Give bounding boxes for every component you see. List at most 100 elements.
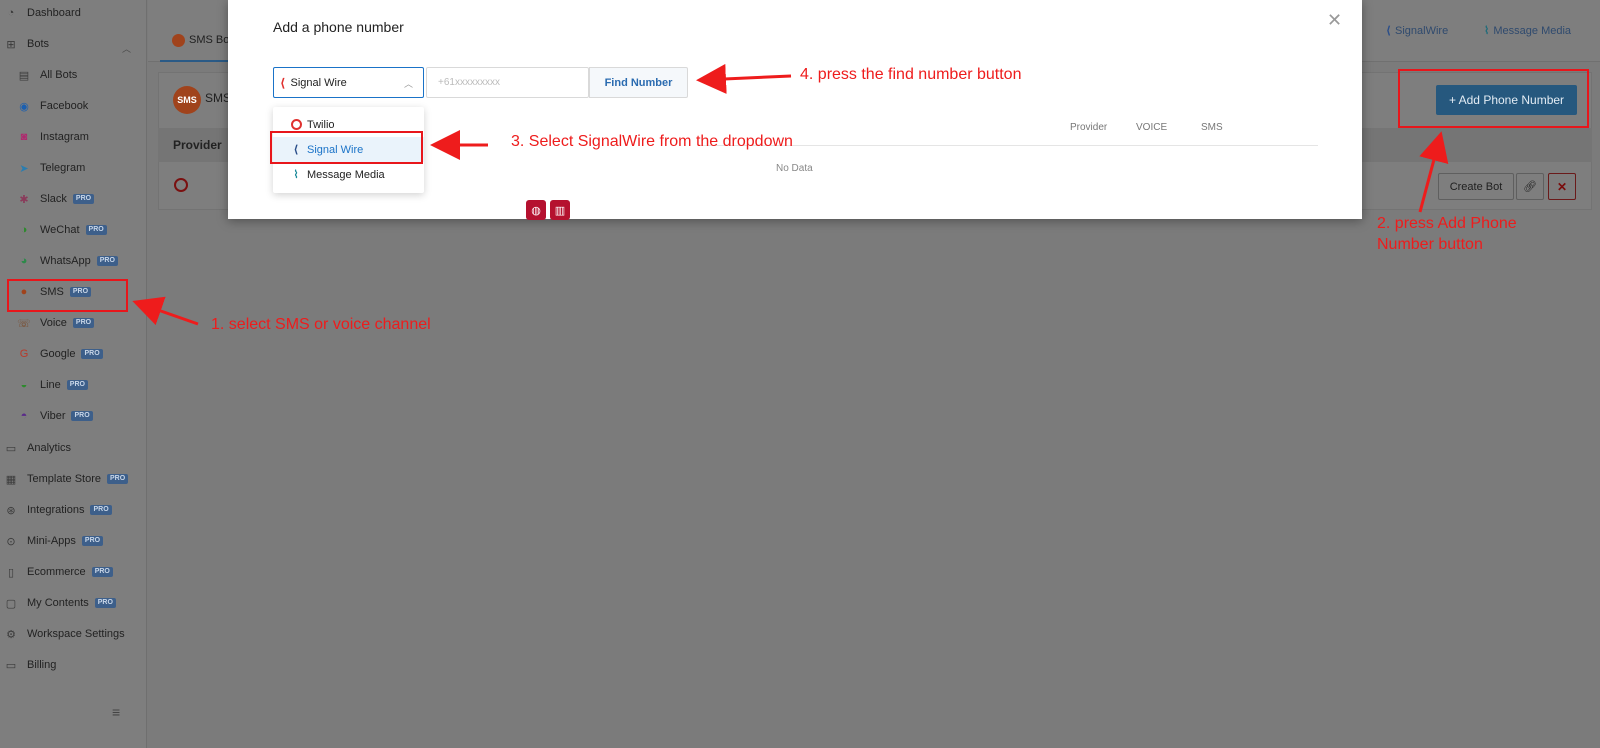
sms-header: SMS bbox=[1201, 122, 1223, 133]
sidebar-item-template-store[interactable]: ▦ Template Store PRO bbox=[0, 468, 129, 490]
integrations-icon: ⊛ bbox=[6, 504, 16, 517]
whatsapp-icon: ◕ bbox=[20, 255, 28, 267]
dropdown-option-label: Twilio bbox=[307, 118, 335, 131]
chevron-up-icon[interactable]: ︿ bbox=[122, 42, 131, 55]
dropdown-option-label: Message Media bbox=[307, 168, 385, 181]
sidebar-item-slack[interactable]: ✱ Slack PRO bbox=[0, 188, 95, 210]
modal-title: Add a phone number bbox=[273, 19, 404, 35]
annotation-step-4: 4. press the find number button bbox=[800, 66, 1022, 83]
messenger-icon: ◉ bbox=[19, 100, 29, 113]
wechat-icon: ◑ bbox=[20, 224, 28, 236]
provider-column-header: Provider bbox=[173, 138, 222, 152]
twilio-icon bbox=[289, 118, 303, 132]
signalwire-icon: ⟨ bbox=[1386, 25, 1392, 37]
twilio-icon bbox=[174, 178, 188, 192]
tab-sms-label: SMS Bo bbox=[189, 34, 230, 46]
chat-icon: ▭ bbox=[5, 442, 17, 455]
sidebar-item-instagram[interactable]: ◙ Instagram bbox=[0, 126, 89, 148]
pro-badge: PRO bbox=[85, 225, 107, 235]
globe-icon[interactable]: ◍ bbox=[526, 200, 546, 220]
create-bot-button[interactable]: Create Bot bbox=[1438, 173, 1514, 200]
document-icon: ▯ bbox=[7, 566, 15, 579]
sidebar-item-voice[interactable]: ☏ Voice PRO bbox=[0, 312, 95, 334]
contents-icon: ▢ bbox=[5, 597, 17, 610]
pro-badge: PRO bbox=[81, 536, 104, 546]
close-icon[interactable]: ✕ bbox=[1327, 10, 1342, 31]
pro-badge: PRO bbox=[94, 598, 116, 608]
sidebar-item-label: Viber bbox=[40, 410, 66, 422]
sidebar-item-label: Line bbox=[40, 379, 61, 391]
mini-apps-icon: ⊙ bbox=[6, 535, 16, 548]
slack-icon: ✱ bbox=[19, 193, 29, 206]
sidebar-item-bots[interactable]: ⊞ Bots bbox=[0, 33, 49, 55]
tab-signalwire[interactable]: ⟨ SignalWire bbox=[1386, 24, 1449, 38]
annotation-step-2-line-1: 2. press Add Phone bbox=[1377, 215, 1517, 232]
highlight-sms bbox=[7, 279, 128, 312]
instagram-icon: ◙ bbox=[20, 131, 28, 143]
line-icon: ◒ bbox=[20, 379, 28, 391]
chevron-up-icon: ︿ bbox=[403, 79, 413, 89]
sms-icon bbox=[172, 33, 185, 47]
sidebar-item-integrations[interactable]: ⊛ Integrations PRO bbox=[0, 499, 112, 521]
sidebar-item-wechat[interactable]: ◑ WeChat PRO bbox=[0, 219, 107, 241]
dashboard-icon: ◔ bbox=[7, 7, 15, 19]
sms-badge: SMS bbox=[173, 86, 201, 114]
sidebar-item-label: Ecommerce bbox=[27, 566, 86, 578]
sidebar-item-viber[interactable]: ◓ Viber PRO bbox=[0, 405, 93, 427]
tab-message-media-label: Message Media bbox=[1493, 24, 1572, 37]
link-icon[interactable]: 🔗︎ bbox=[1516, 173, 1544, 200]
sidebar-item-label: Mini-Apps bbox=[27, 535, 76, 547]
pro-badge: PRO bbox=[90, 505, 112, 515]
sidebar-item-all-bots[interactable]: ▤ All Bots bbox=[0, 64, 78, 86]
sidebar-item-label: Billing bbox=[27, 659, 57, 671]
sidebar-item-label: Slack bbox=[40, 193, 67, 205]
sidebar-item-telegram[interactable]: ➤ Telegram bbox=[0, 157, 85, 179]
sidebar-item-label: Google bbox=[40, 348, 76, 360]
sidebar-item-dashboard[interactable]: ◔ Dashboard bbox=[0, 2, 81, 24]
voice-header: VOICE bbox=[1136, 122, 1168, 133]
card-icon: ▭ bbox=[5, 659, 17, 672]
pro-badge: PRO bbox=[72, 194, 95, 204]
pro-badge: PRO bbox=[91, 567, 113, 577]
phone-number-input[interactable]: +61xxxxxxxxx bbox=[426, 67, 589, 98]
message-media-icon: ⌇ bbox=[1484, 25, 1490, 37]
find-number-button[interactable]: Find Number bbox=[589, 67, 688, 98]
dropdown-option-message-media[interactable]: ⌇ Message Media bbox=[273, 162, 424, 187]
sidebar-item-label: Telegram bbox=[40, 162, 86, 174]
sidebar-item-billing[interactable]: ▭ Billing bbox=[0, 654, 57, 676]
sidebar-item-facebook[interactable]: ◉ Facebook bbox=[0, 95, 88, 117]
viber-icon: ◓ bbox=[20, 410, 28, 422]
sidebar-item-workspace-settings[interactable]: ⚙ Workspace Settings bbox=[0, 623, 125, 645]
sidebar: ◔ Dashboard ⊞ Bots ▤ All Bots ◉ Facebook ◙ Instag… bbox=[0, 0, 147, 748]
sitemap-icon: ⊞ bbox=[6, 38, 16, 51]
sidebar-item-mini-apps[interactable]: ⊙ Mini-Apps PRO bbox=[0, 530, 104, 552]
annotation-step-3: 3. Select SignalWire from the dropdown bbox=[511, 133, 793, 150]
menu-collapse-icon[interactable]: ≡ bbox=[112, 704, 120, 720]
provider-header: Provider bbox=[1070, 122, 1108, 133]
delete-row-button[interactable]: ✕ bbox=[1548, 173, 1576, 200]
gear-icon: ⚙ bbox=[6, 628, 16, 641]
sidebar-item-label: Integrations bbox=[27, 504, 85, 516]
sidebar-item-google[interactable]: G Google PRO bbox=[0, 343, 103, 365]
sidebar-item-label: Template Store bbox=[27, 473, 101, 485]
sidebar-item-label: Voice bbox=[40, 317, 67, 329]
sidebar-item-analytics[interactable]: ▭ Analytics bbox=[0, 437, 71, 459]
sidebar-item-label: All Bots bbox=[40, 69, 78, 81]
message-media-icon: ⌇ bbox=[293, 169, 299, 181]
pro-badge: PRO bbox=[106, 474, 129, 484]
tab-signalwire-label: SignalWire bbox=[1395, 24, 1449, 37]
sidebar-item-ecommerce[interactable]: ▯ Ecommerce PRO bbox=[0, 561, 113, 583]
sidebar-item-my-contents[interactable]: ▢ My Contents PRO bbox=[0, 592, 116, 614]
provider-select-value: Signal Wire bbox=[290, 76, 347, 89]
sidebar-item-label: Instagram bbox=[40, 131, 89, 143]
list-icon: ▤ bbox=[18, 69, 30, 82]
google-icon: G bbox=[19, 348, 29, 360]
pro-badge: PRO bbox=[71, 411, 93, 421]
tab-message-media[interactable]: ⌇ Message Media bbox=[1484, 24, 1572, 38]
sidebar-item-label: WeChat bbox=[40, 224, 80, 236]
sidebar-item-line[interactable]: ◒ Line PRO bbox=[0, 374, 88, 396]
trash-icon[interactable]: ▥ bbox=[550, 200, 570, 220]
provider-select[interactable]: ⟨ Signal Wire ︿ bbox=[273, 67, 424, 98]
sidebar-item-label: My Contents bbox=[27, 597, 89, 609]
sidebar-item-whatsapp[interactable]: ◕ WhatsApp PRO bbox=[0, 250, 118, 272]
